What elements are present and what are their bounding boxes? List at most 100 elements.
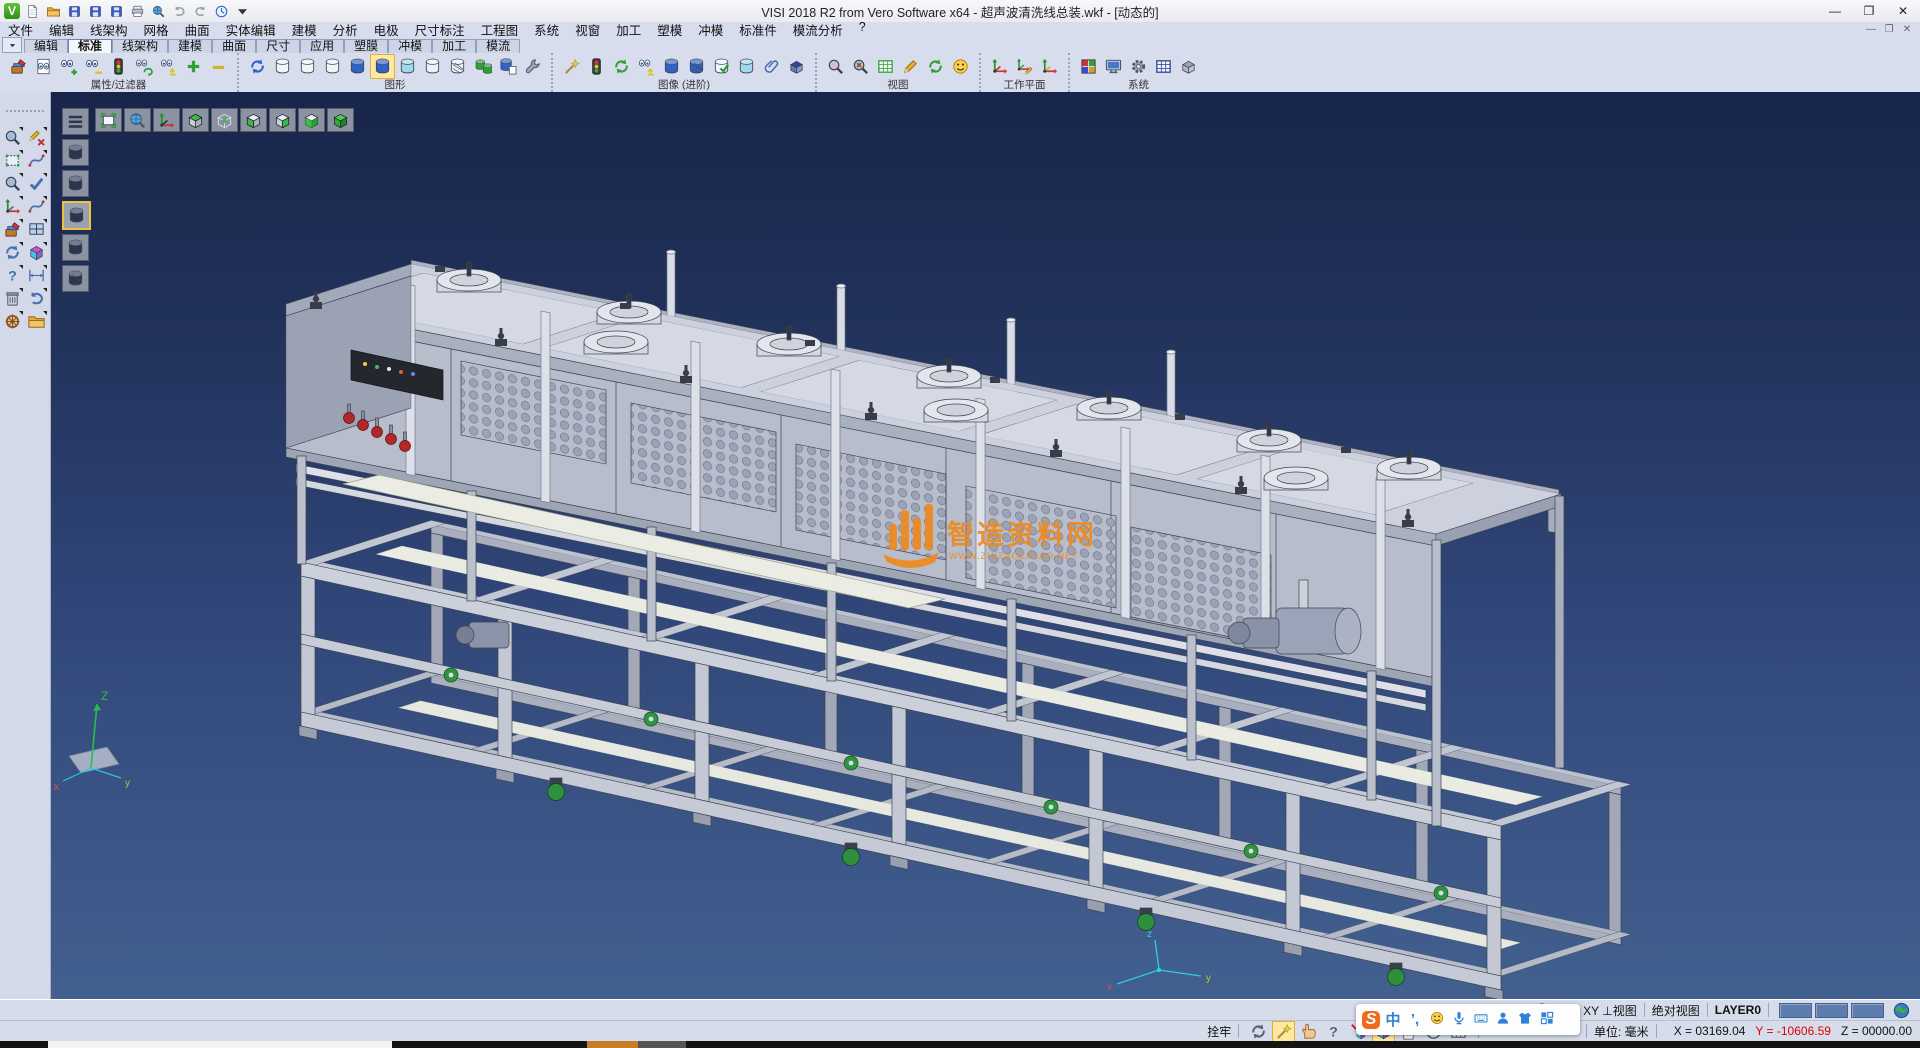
hidden-line-mode[interactable] xyxy=(295,54,320,79)
mdi-close-button[interactable]: ✕ xyxy=(1898,23,1916,37)
strip-shaded-edges[interactable] xyxy=(62,234,89,261)
ribbon-tab-3[interactable]: 建模 xyxy=(168,39,212,53)
recycle-disabled[interactable] xyxy=(1247,1021,1270,1042)
close-button[interactable]: ✕ xyxy=(1886,1,1920,22)
toggle-visibility[interactable] xyxy=(156,54,181,79)
render-settings[interactable] xyxy=(520,54,545,79)
undo-icon[interactable] xyxy=(170,2,188,20)
zoom-verify[interactable] xyxy=(1,172,24,194)
show-all[interactable] xyxy=(181,54,206,79)
mdi-minimize-button[interactable]: — xyxy=(1862,23,1880,37)
toolbar-drag-handle[interactable] xyxy=(6,110,44,120)
attach-display[interactable] xyxy=(759,54,784,79)
strip-wireframe[interactable] xyxy=(62,139,89,166)
more-dropdown-icon[interactable] xyxy=(233,2,251,20)
undo-action[interactable] xyxy=(25,287,48,309)
shaded-edges-mode[interactable] xyxy=(370,54,395,79)
move-axes[interactable] xyxy=(1,195,24,217)
save-icon[interactable] xyxy=(65,2,83,20)
system-render[interactable] xyxy=(1176,54,1201,79)
toolbox-grid-icon[interactable] xyxy=(1537,1008,1557,1032)
view-left[interactable] xyxy=(240,108,267,132)
navigation-wheel[interactable] xyxy=(1,310,24,332)
ghost-display[interactable] xyxy=(734,54,759,79)
ribbon-tab-1[interactable]: 标准 xyxy=(68,39,112,53)
ribbon-tab-9[interactable]: 加工 xyxy=(432,39,476,53)
strip-shaded[interactable] xyxy=(62,201,91,230)
solid-cube[interactable] xyxy=(25,241,48,263)
mixed-mode[interactable] xyxy=(445,54,470,79)
wireframe-mode[interactable] xyxy=(270,54,295,79)
advanced-refresh[interactable] xyxy=(609,54,634,79)
axes-view[interactable] xyxy=(153,108,180,132)
modify-attributes[interactable] xyxy=(6,54,31,79)
ribbon-tab-5[interactable]: 尺寸 xyxy=(256,39,300,53)
account-person-icon[interactable] xyxy=(1493,1008,1513,1032)
minimize-button[interactable]: — xyxy=(1818,1,1852,22)
verified-display[interactable] xyxy=(709,54,734,79)
zoom-window[interactable] xyxy=(848,54,873,79)
system-settings[interactable] xyxy=(1126,54,1151,79)
delete-trash[interactable] xyxy=(1,287,24,309)
active-layer-label[interactable]: LAYER0 xyxy=(1715,1003,1761,1017)
print-icon[interactable] xyxy=(128,2,146,20)
ribbon-tab-4[interactable]: 曲面 xyxy=(212,39,256,53)
open-file[interactable] xyxy=(25,310,48,332)
view-front[interactable] xyxy=(298,108,325,132)
soft-keyboard-icon[interactable] xyxy=(1471,1008,1491,1032)
skin-shirt-icon[interactable] xyxy=(1515,1008,1535,1032)
lock-label[interactable]: 拴牢 xyxy=(1207,1023,1231,1040)
view-refresh[interactable] xyxy=(923,54,948,79)
dashed-hidden-mode[interactable] xyxy=(320,54,345,79)
ribbon-tab-10[interactable]: 模流 xyxy=(476,39,520,53)
zoom-view[interactable] xyxy=(823,54,848,79)
redo-icon[interactable] xyxy=(191,2,209,20)
shading-copy[interactable] xyxy=(495,54,520,79)
show-entities[interactable] xyxy=(56,54,81,79)
system-grid[interactable] xyxy=(1151,54,1176,79)
magic-select[interactable] xyxy=(1272,1021,1295,1042)
view-iso-wire[interactable] xyxy=(211,108,238,132)
curve-edit[interactable] xyxy=(25,195,48,217)
prism-display[interactable] xyxy=(784,54,809,79)
globe-icon[interactable] xyxy=(1890,1000,1913,1021)
regen-view[interactable] xyxy=(1,241,24,263)
system-display[interactable] xyxy=(1101,54,1126,79)
view-grid[interactable] xyxy=(873,54,898,79)
view-top[interactable] xyxy=(182,108,209,132)
rectangle-select[interactable] xyxy=(1,149,24,171)
hide-entities[interactable] xyxy=(81,54,106,79)
ribbon-tab-8[interactable]: 冲模 xyxy=(388,39,432,53)
emoji-face-icon[interactable] xyxy=(1427,1008,1447,1032)
view-sketch[interactable] xyxy=(898,54,923,79)
ribbon-tab-7[interactable]: 塑膜 xyxy=(344,39,388,53)
advanced-select[interactable] xyxy=(559,54,584,79)
solid-display[interactable] xyxy=(659,54,684,79)
delete-entities[interactable] xyxy=(25,126,48,148)
spline-edit[interactable] xyxy=(25,149,48,171)
snap-hand[interactable] xyxy=(1297,1021,1320,1042)
layer-color-1[interactable] xyxy=(1779,1003,1812,1018)
ribbon-tab-0[interactable]: 编辑 xyxy=(24,39,68,53)
advanced-toggle[interactable] xyxy=(634,54,659,79)
layer-color-3[interactable] xyxy=(1851,1003,1884,1018)
visibility-filter[interactable] xyxy=(106,54,131,79)
layer-color-2[interactable] xyxy=(1815,1003,1848,1018)
context-help[interactable] xyxy=(1,264,24,286)
strip-hidden-line[interactable] xyxy=(62,170,89,197)
sogou-logo[interactable]: S xyxy=(1361,1008,1381,1032)
save-as-icon[interactable] xyxy=(86,2,104,20)
view-right[interactable] xyxy=(269,108,296,132)
lang-chinese[interactable]: 中 xyxy=(1383,1008,1403,1032)
hide-all[interactable] xyxy=(206,54,231,79)
punctuation-mode[interactable]: ’, xyxy=(1405,1008,1425,1032)
flat-shaded-mode[interactable] xyxy=(420,54,445,79)
status-help[interactable] xyxy=(1322,1021,1345,1042)
system-colors[interactable] xyxy=(1076,54,1101,79)
shading-options[interactable] xyxy=(470,54,495,79)
viewport-canvas[interactable]: 智造资料网 WWW.ZHIZAOZILIAO.NET Z x y xyxy=(51,92,1920,999)
history-icon[interactable] xyxy=(212,2,230,20)
striped-display[interactable] xyxy=(684,54,709,79)
workplane-snap[interactable] xyxy=(1037,54,1062,79)
open-folder-icon[interactable] xyxy=(44,2,62,20)
